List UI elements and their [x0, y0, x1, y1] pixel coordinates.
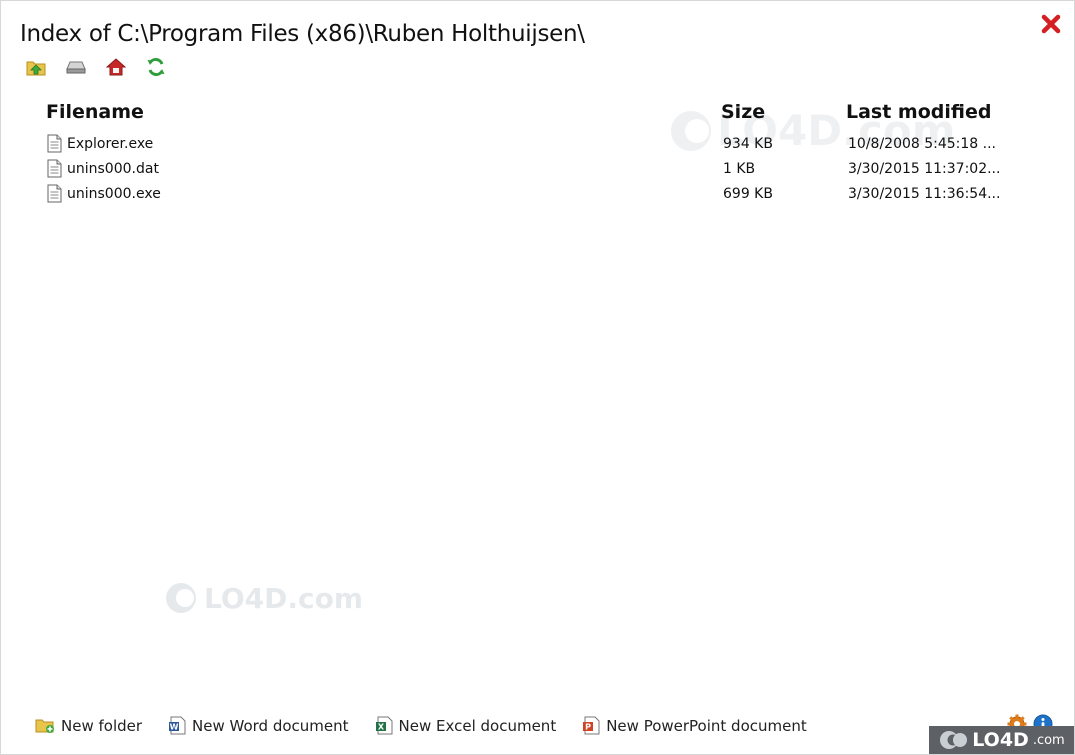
- badge-text: LO4D: [972, 729, 1029, 751]
- new-excel-document-button[interactable]: X New Excel document: [375, 716, 557, 735]
- new-word-document-label: New Word document: [192, 716, 349, 735]
- home-icon: [106, 58, 126, 76]
- file-size: 699 KB: [723, 186, 773, 202]
- page-title: Index of C:\Program Files (x86)\Ruben Ho…: [20, 21, 585, 47]
- close-icon: [1041, 14, 1061, 34]
- lo4d-globe-icon: [940, 731, 968, 749]
- drives-button[interactable]: [65, 56, 87, 78]
- file-name[interactable]: Explorer.exe: [67, 136, 153, 152]
- drive-icon: [66, 61, 86, 74]
- file-modified: 3/30/2015 11:37:02...: [848, 161, 1001, 177]
- column-header-filename[interactable]: Filename: [46, 101, 144, 123]
- word-document-icon: W: [169, 716, 186, 735]
- file-list-header: Filename Size Last modified: [1, 101, 1075, 127]
- table-row[interactable]: unins000.dat 1 KB 3/30/2015 11:37:02...: [1, 157, 1075, 182]
- file-modified: 3/30/2015 11:36:54...: [848, 186, 1001, 202]
- new-folder-label: New folder: [61, 716, 143, 735]
- folder-up-icon: [26, 61, 46, 76]
- watermark-text: LO4D.com: [204, 581, 364, 615]
- file-icon: [47, 159, 62, 178]
- new-powerpoint-document-button[interactable]: P New PowerPoint document: [582, 716, 807, 735]
- excel-document-icon: X: [375, 716, 393, 735]
- powerpoint-document-icon: P: [583, 716, 600, 735]
- file-icon: [47, 184, 62, 203]
- file-size: 934 KB: [723, 136, 773, 152]
- svg-text:X: X: [377, 723, 384, 732]
- file-name-cell[interactable]: unins000.exe: [47, 184, 161, 203]
- file-size: 1 KB: [723, 161, 756, 177]
- folder-up-button[interactable]: [25, 56, 47, 78]
- toolbar: [25, 55, 167, 79]
- watermark-logo: LO4D.com: [164, 581, 363, 615]
- file-modified: 10/8/2008 5:45:18 ...: [848, 136, 997, 152]
- close-button[interactable]: [1040, 13, 1062, 35]
- column-header-size[interactable]: Size: [721, 101, 765, 123]
- badge-suffix: .com: [1032, 732, 1065, 748]
- file-name[interactable]: unins000.dat: [67, 161, 159, 177]
- new-powerpoint-document-label: New PowerPoint document: [606, 716, 807, 735]
- refresh-button[interactable]: [145, 56, 167, 78]
- refresh-icon: [147, 57, 165, 77]
- lo4d-globe-icon: [166, 583, 196, 613]
- table-row[interactable]: Explorer.exe 934 KB 10/8/2008 5:45:18 ..…: [1, 132, 1075, 157]
- file-name-cell[interactable]: unins000.dat: [47, 159, 159, 178]
- table-row[interactable]: unins000.exe 699 KB 3/30/2015 11:36:54..…: [1, 182, 1075, 207]
- new-folder-button[interactable]: New folder: [35, 717, 142, 735]
- home-button[interactable]: [105, 56, 127, 78]
- lo4d-badge: LO4D .com: [929, 726, 1074, 754]
- svg-text:P: P: [585, 723, 591, 732]
- file-name-cell[interactable]: Explorer.exe: [47, 134, 153, 153]
- explorer-window: Index of C:\Program Files (x86)\Ruben Ho…: [0, 0, 1075, 755]
- new-excel-document-label: New Excel document: [398, 716, 557, 735]
- new-word-document-button[interactable]: W New Word document: [168, 716, 349, 735]
- file-icon: [47, 134, 62, 153]
- file-name[interactable]: unins000.exe: [67, 186, 161, 202]
- bottom-actions: New folder W New Word document X New Exc…: [35, 716, 807, 735]
- svg-text:W: W: [170, 723, 179, 732]
- new-folder-icon: [35, 719, 54, 733]
- column-header-modified[interactable]: Last modified: [846, 101, 991, 123]
- file-list: Explorer.exe 934 KB 10/8/2008 5:45:18 ..…: [1, 132, 1075, 207]
